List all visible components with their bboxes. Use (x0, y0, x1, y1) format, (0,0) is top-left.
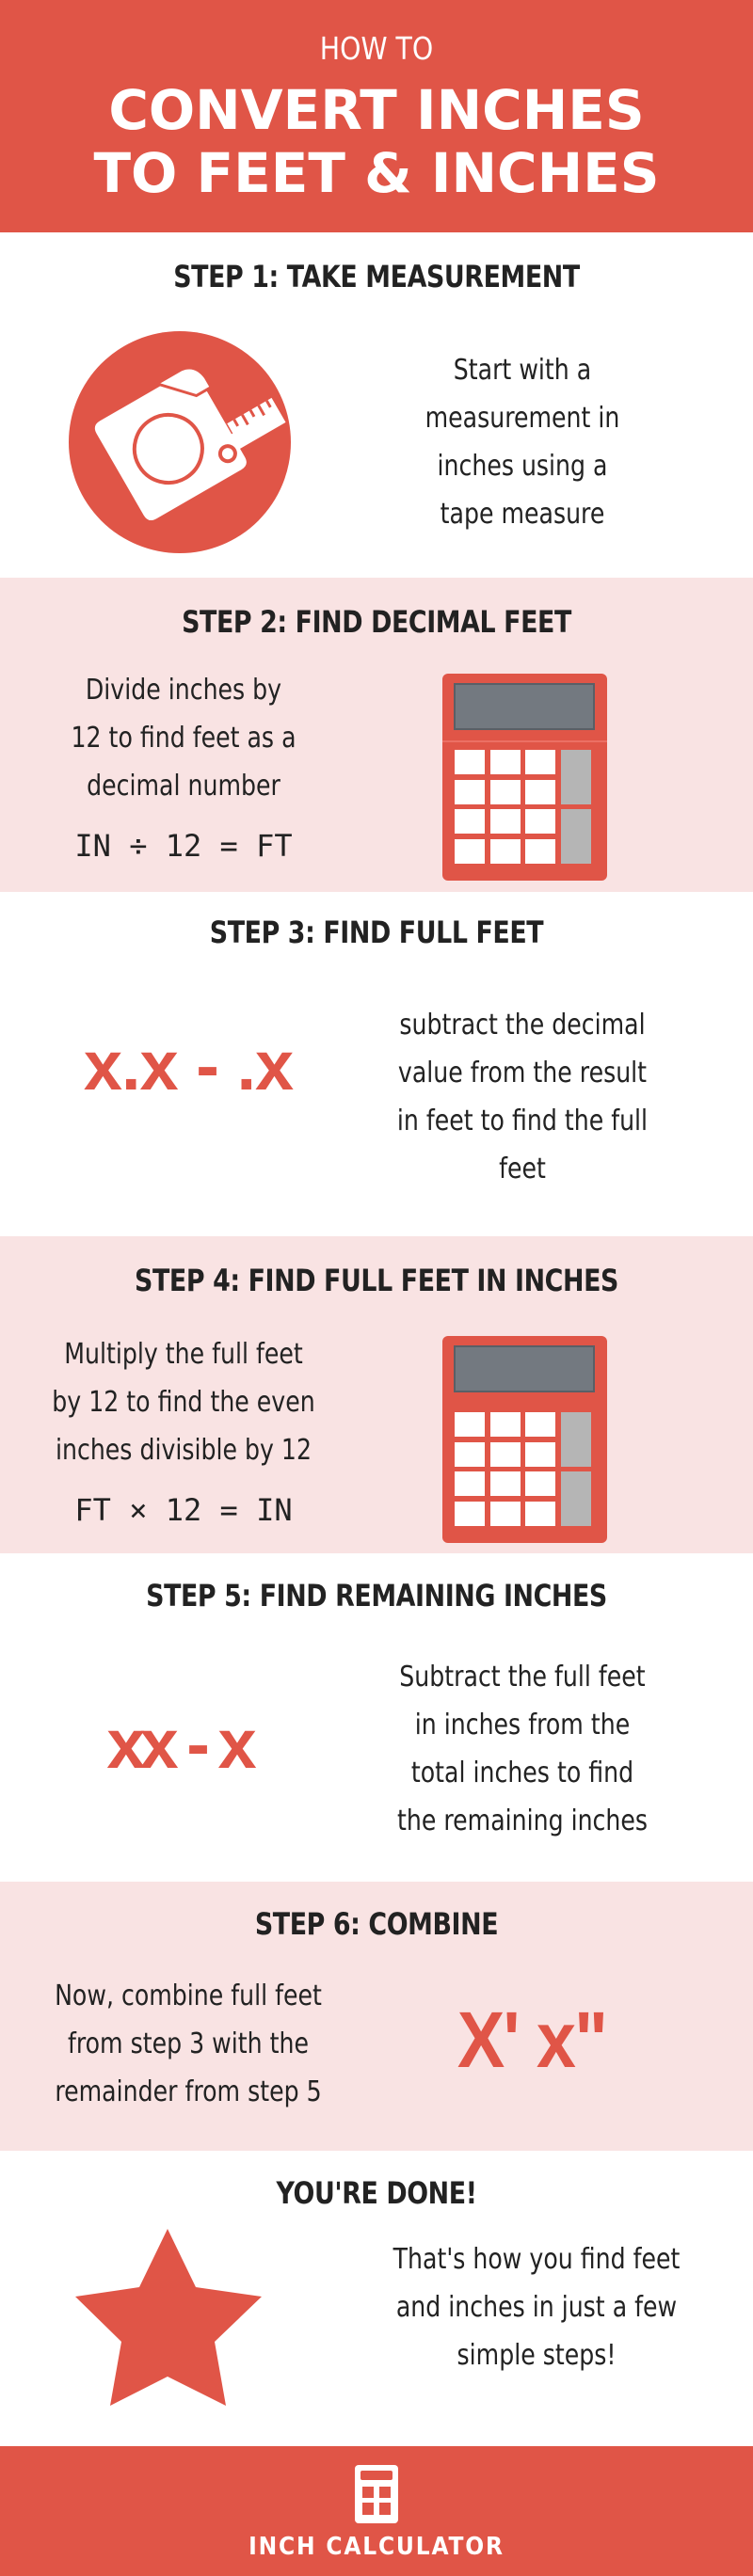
step-6-text-line: Now, combine full feet (55, 1980, 322, 2012)
calculator-key (455, 1442, 485, 1467)
step-2-text-line: 12 to find feet as a (71, 722, 296, 755)
step-2-section: STEP 2: FIND DECIMAL FEET Divide inches … (0, 578, 753, 892)
step-5-description: Subtract the full feet in inches from th… (372, 1653, 673, 1845)
calculator-key (490, 750, 521, 774)
calculator-key (525, 809, 555, 834)
step-2-title: STEP 2: FIND DECIMAL FEET (182, 604, 571, 640)
calculator-key (490, 1502, 521, 1526)
step-6-text-line: remainder from step 5 (55, 2075, 322, 2108)
step-6-title: STEP 6: COMBINE (254, 1906, 499, 1942)
step-6-text-line: from step 3 with the (67, 2027, 310, 2060)
header-title-line-1: CONVERT INCHES (108, 78, 645, 142)
calculator-key (525, 839, 555, 864)
calculator-icon (442, 1336, 607, 1543)
step-6-section: STEP 6: COMBINE Now, combine full feet f… (0, 1882, 753, 2151)
step-5-text-line: Subtract the full feet (399, 1661, 646, 1693)
header-banner: HOW TO CONVERT INCHES TO FEET & INCHES (0, 0, 753, 232)
calculator-key (490, 780, 521, 804)
step-1-text-line: Start with a (453, 354, 592, 387)
header-title-line-2: TO FEET & INCHES (93, 141, 660, 205)
step-3-text-line: feet (499, 1153, 546, 1185)
calculator-key (525, 780, 555, 804)
calculator-key (455, 1502, 485, 1526)
step-3-text-line: value from the result (397, 1057, 648, 1089)
step-1-text-line: tape measure (440, 498, 605, 531)
calculator-icon (442, 674, 607, 881)
step-3-title: STEP 3: FIND FULL FEET (209, 914, 544, 950)
step-3-expression: x.x - .x (83, 1026, 294, 1105)
done-title: YOU'RE DONE! (276, 2175, 477, 2211)
calculator-key (490, 1442, 521, 1467)
step-4-title: STEP 4: FIND FULL FEET IN INCHES (135, 1263, 618, 1298)
step-4-formula: FT × 12 = IN (74, 1492, 293, 1528)
step-1-section: STEP 1: TAKE MEASUREMENT Start with a me… (0, 232, 753, 578)
step-3-text-line: in feet to find the full (396, 1105, 649, 1137)
done-text-line: That's how you find feet (393, 2243, 681, 2276)
step-2-formula: IN ÷ 12 = FT (74, 828, 293, 864)
step-4-text-line: inches divisible by 12 (55, 1434, 312, 1467)
infographic: HOW TO CONVERT INCHES TO FEET & INCHES S… (0, 0, 753, 2576)
step-4-text-line: Multiply the full feet (64, 1338, 303, 1371)
calculator-key (455, 780, 485, 804)
step-4-section: STEP 4: FIND FULL FEET IN INCHES Multipl… (0, 1236, 753, 1553)
calculator-key (455, 839, 485, 864)
calculator-key (490, 809, 521, 834)
footer-brand[interactable]: INCH CALCULATOR (38, 2533, 715, 2561)
step-5-text-line: the remaining inches (396, 1805, 649, 1837)
calculator-key (525, 750, 555, 774)
calculator-key (490, 1412, 521, 1437)
calculator-side-key (561, 1471, 591, 1526)
done-text-line: and inches in just a few (395, 2291, 678, 2324)
done-text-line: simple steps! (457, 2339, 617, 2372)
step-3-section: STEP 3: FIND FULL FEET x.x - .x subtract… (0, 892, 753, 1236)
calculator-key (490, 839, 521, 864)
star-icon (75, 2229, 262, 2406)
step-2-text-line: decimal number (87, 770, 280, 803)
step-5-text-line: total inches to find (410, 1757, 634, 1789)
step-2-description: Divide inches by 12 to find feet as a de… (28, 666, 339, 810)
calculator-key (455, 1471, 485, 1496)
header-kicker: HOW TO (319, 30, 434, 67)
step-6-expression: X' x" (457, 1996, 608, 2084)
calculator-key (490, 1471, 521, 1496)
done-description: That's how you find feet and inches in j… (339, 2235, 734, 2379)
step-5-section: STEP 5: FIND REMAINING INCHES xx - x Sub… (0, 1553, 753, 1882)
calculator-side-key (561, 809, 591, 864)
calculator-key (525, 1412, 555, 1437)
step-6-description: Now, combine full feet from step 3 with … (28, 1972, 348, 2116)
done-section: YOU'RE DONE! That's how you find feet an… (0, 2151, 753, 2446)
calculator-key (455, 1412, 485, 1437)
calculator-key (455, 750, 485, 774)
step-1-text-line: inches using a (437, 450, 608, 483)
calculator-key (455, 809, 485, 834)
step-1-title: STEP 1: TAKE MEASUREMENT (173, 259, 580, 294)
step-5-title: STEP 5: FIND REMAINING INCHES (146, 1578, 607, 1614)
tape-measure-icon (69, 331, 291, 553)
calculator-key (525, 1502, 555, 1526)
step-3-description: subtract the decimal value from the resu… (372, 1001, 673, 1193)
step-2-text-line: Divide inches by (85, 674, 282, 707)
step-4-text-line: by 12 to find the even (52, 1386, 315, 1419)
step-5-expression: xx - x (106, 1705, 256, 1783)
calculator-side-key (561, 1412, 591, 1467)
calculator-key (525, 1471, 555, 1496)
calculator-key (525, 1442, 555, 1467)
step-5-text-line: in inches from the (414, 1709, 631, 1741)
step-1-text-line: measurement in (425, 402, 620, 435)
calculator-side-key (561, 750, 591, 804)
step-4-description: Multiply the full feet by 12 to find the… (24, 1330, 344, 1474)
calculator-logo-icon (355, 2465, 398, 2523)
step-1-description: Start with a measurement in inches using… (381, 346, 664, 538)
step-3-text-line: subtract the decimal (399, 1009, 646, 1042)
